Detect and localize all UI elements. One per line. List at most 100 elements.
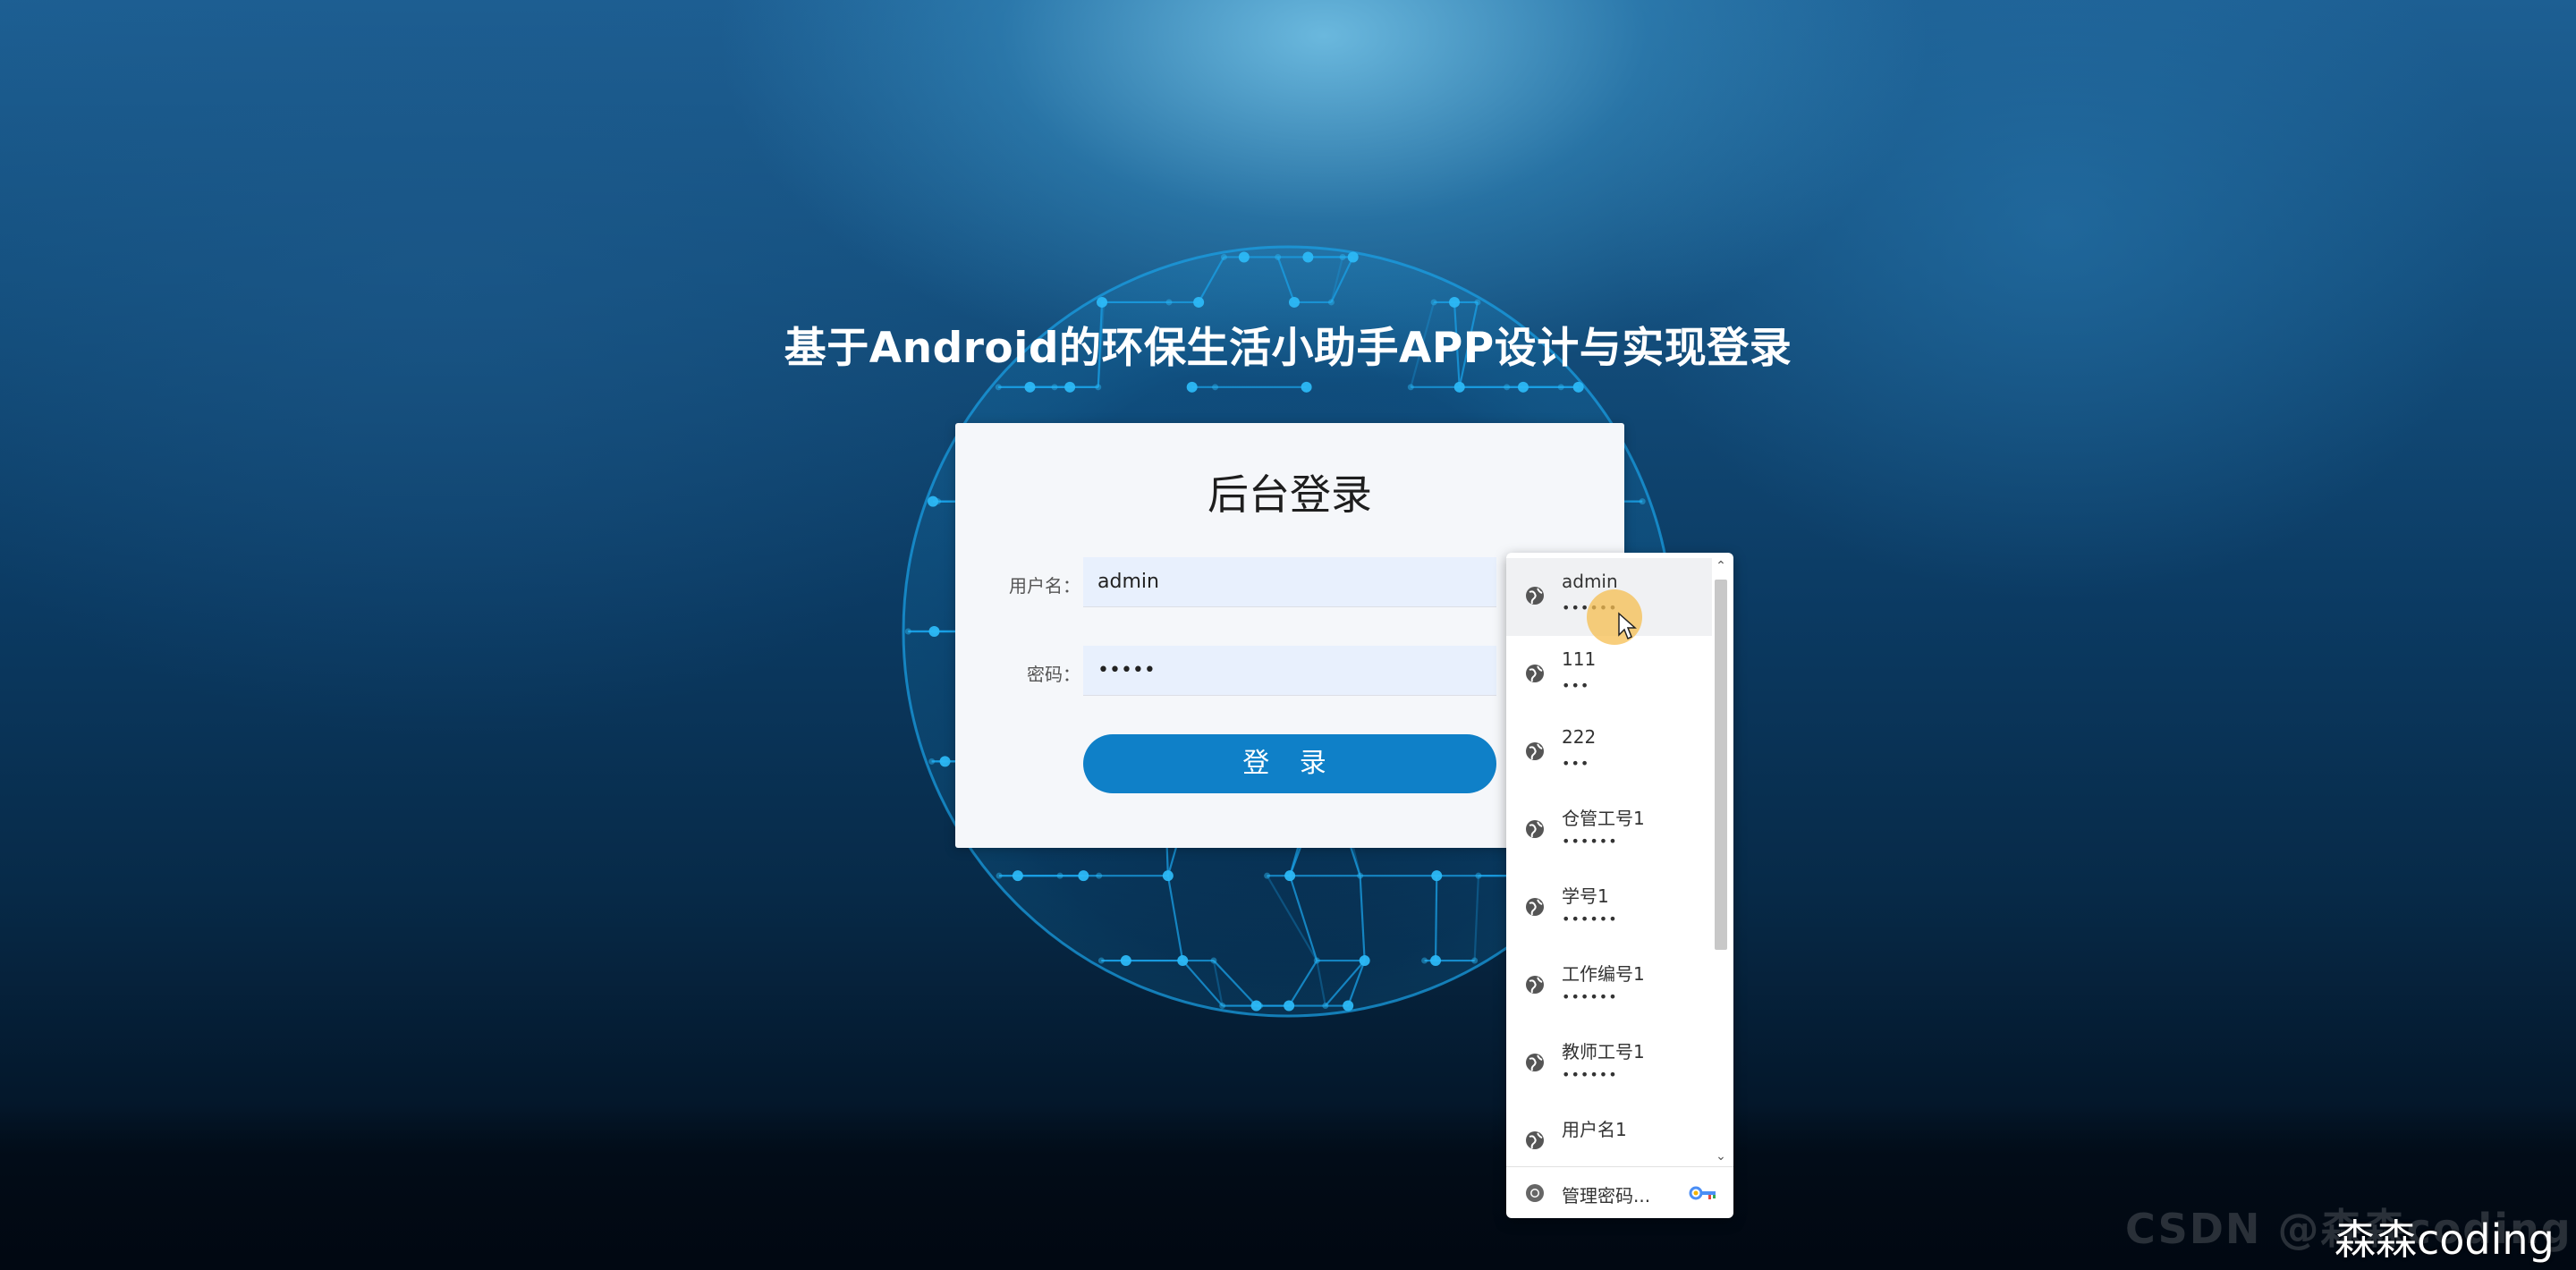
credential-username: 工作编号1 bbox=[1562, 963, 1645, 985]
globe-mesh-node bbox=[1347, 251, 1359, 263]
globe-icon bbox=[1526, 898, 1544, 916]
key-icon bbox=[1689, 1186, 1716, 1200]
globe-mesh-node bbox=[1165, 299, 1173, 306]
globe-mesh-node bbox=[1357, 872, 1364, 879]
login-button[interactable]: 登 录 bbox=[1083, 734, 1496, 793]
password-label: 密码： bbox=[1027, 664, 1080, 685]
username-label: 用户名： bbox=[1009, 575, 1080, 597]
password-input[interactable] bbox=[1083, 646, 1496, 696]
globe-icon bbox=[1526, 587, 1544, 605]
globe-mesh-node bbox=[1078, 870, 1089, 882]
globe-mesh-node bbox=[1250, 1000, 1262, 1012]
login-title: 后台登录 bbox=[1208, 470, 1372, 519]
globe-mesh-node bbox=[1097, 296, 1108, 308]
globe-mesh-node bbox=[1517, 381, 1529, 393]
globe-mesh-node bbox=[1012, 870, 1023, 882]
credential-password: •••••• bbox=[1562, 1066, 1618, 1083]
scroll-down-arrow-icon[interactable]: ⌄ bbox=[1712, 1147, 1730, 1166]
chrome-icon bbox=[1526, 1184, 1544, 1202]
globe-mesh-node bbox=[1212, 384, 1219, 391]
globe-mesh-node bbox=[1095, 384, 1102, 391]
globe-mesh-node bbox=[1359, 955, 1370, 967]
globe-mesh-node bbox=[1430, 955, 1442, 967]
credential-username: 用户名1 bbox=[1562, 1119, 1627, 1140]
saved-credentials-list: admin •••••• 111 ••• 222 ••• 仓管工号1 •••••… bbox=[1506, 558, 1712, 1166]
globe-mesh-node bbox=[1557, 384, 1564, 391]
globe-mesh-node bbox=[996, 872, 1003, 879]
globe-mesh-node bbox=[1120, 955, 1131, 967]
credential-password: ••• bbox=[1562, 755, 1590, 772]
credential-password: •••••• bbox=[1562, 988, 1618, 1005]
globe-icon bbox=[1526, 665, 1544, 682]
globe-mesh-node bbox=[1024, 381, 1036, 393]
globe-mesh-node bbox=[1097, 957, 1105, 964]
globe-mesh-node bbox=[1343, 1000, 1354, 1012]
globe-mesh-node bbox=[1220, 253, 1227, 260]
globe-mesh-node bbox=[1219, 1003, 1226, 1010]
credential-item[interactable]: 学号1 •••••• bbox=[1506, 869, 1712, 947]
scrollbar-thumb[interactable] bbox=[1715, 580, 1727, 950]
globe-mesh-node bbox=[995, 384, 1002, 391]
credential-username: 111 bbox=[1562, 648, 1597, 670]
globe-mesh-node bbox=[939, 756, 951, 767]
globe-mesh-node bbox=[1639, 498, 1646, 505]
globe-mesh-node bbox=[1474, 299, 1481, 306]
globe-mesh-node bbox=[1475, 872, 1482, 879]
globe-mesh-node bbox=[1186, 381, 1198, 393]
globe-mesh-node bbox=[1471, 957, 1479, 964]
credential-password: •••••• bbox=[1562, 833, 1618, 850]
manage-passwords-row[interactable]: 管理密码... bbox=[1506, 1166, 1733, 1218]
globe-mesh-node bbox=[928, 495, 939, 507]
globe-mesh-node bbox=[1288, 296, 1300, 308]
globe-mesh-node bbox=[1449, 296, 1461, 308]
globe-mesh-node bbox=[1421, 957, 1428, 964]
credential-password: ••• bbox=[1562, 677, 1590, 694]
credential-item[interactable]: 222 ••• bbox=[1506, 714, 1712, 792]
credential-username: 仓管工号1 bbox=[1562, 808, 1645, 829]
password-autofill-dropdown: admin •••••• 111 ••• 222 ••• 仓管工号1 •••••… bbox=[1506, 553, 1733, 1218]
globe-icon bbox=[1526, 820, 1544, 838]
credential-username: 学号1 bbox=[1562, 885, 1609, 907]
globe-icon bbox=[1526, 976, 1544, 994]
credential-item[interactable]: 仓管工号1 •••••• bbox=[1506, 792, 1712, 869]
dropdown-scrollbar[interactable]: ⌃ ⌄ bbox=[1712, 556, 1730, 1166]
globe-mesh-node bbox=[1301, 381, 1312, 393]
globe-mesh-node bbox=[1275, 253, 1282, 260]
globe-mesh-node bbox=[1284, 870, 1296, 882]
globe-mesh-node bbox=[1210, 957, 1217, 964]
globe-icon bbox=[1526, 1131, 1544, 1149]
globe-mesh-node bbox=[928, 758, 936, 765]
globe-mesh-node bbox=[1327, 299, 1335, 306]
globe-mesh-node bbox=[1264, 872, 1271, 879]
manage-passwords-label: 管理密码... bbox=[1562, 1185, 1651, 1206]
scroll-up-arrow-icon[interactable]: ⌃ bbox=[1712, 556, 1730, 576]
globe-mesh-node bbox=[1430, 299, 1437, 306]
username-input[interactable] bbox=[1083, 557, 1496, 607]
page-headline: 基于Android的环保生活小助手APP设计与实现登录 bbox=[784, 324, 1792, 373]
credential-item[interactable]: 教师工号1 •••••• bbox=[1506, 1025, 1712, 1103]
globe-mesh-node bbox=[1064, 381, 1076, 393]
globe-mesh-node bbox=[1431, 870, 1443, 882]
globe-mesh-node bbox=[1096, 872, 1103, 879]
globe-mesh-node bbox=[904, 628, 911, 635]
credential-username: 教师工号1 bbox=[1562, 1041, 1645, 1063]
globe-mesh-node bbox=[1322, 1003, 1329, 1010]
globe-mesh-node bbox=[1572, 381, 1584, 393]
credential-item[interactable]: 用户名1 bbox=[1506, 1103, 1712, 1166]
globe-mesh-node bbox=[1284, 1000, 1295, 1012]
globe-icon bbox=[1526, 1054, 1544, 1071]
mouse-pointer-icon bbox=[1618, 612, 1637, 640]
globe-mesh-node bbox=[1177, 955, 1189, 967]
globe-mesh-node bbox=[1193, 296, 1205, 308]
credential-item[interactable]: 工作编号1 •••••• bbox=[1506, 947, 1712, 1025]
globe-mesh-node bbox=[1051, 384, 1058, 391]
credential-item[interactable]: 111 ••• bbox=[1506, 636, 1712, 714]
globe-mesh-node bbox=[928, 626, 940, 637]
credential-username: 222 bbox=[1562, 726, 1597, 748]
globe-mesh-node bbox=[1313, 957, 1320, 964]
globe-mesh-node bbox=[1504, 384, 1511, 391]
globe-mesh-node bbox=[1339, 253, 1346, 260]
globe-icon bbox=[1526, 742, 1544, 760]
globe-mesh-node bbox=[1302, 251, 1314, 263]
globe-mesh-node bbox=[1238, 251, 1250, 263]
